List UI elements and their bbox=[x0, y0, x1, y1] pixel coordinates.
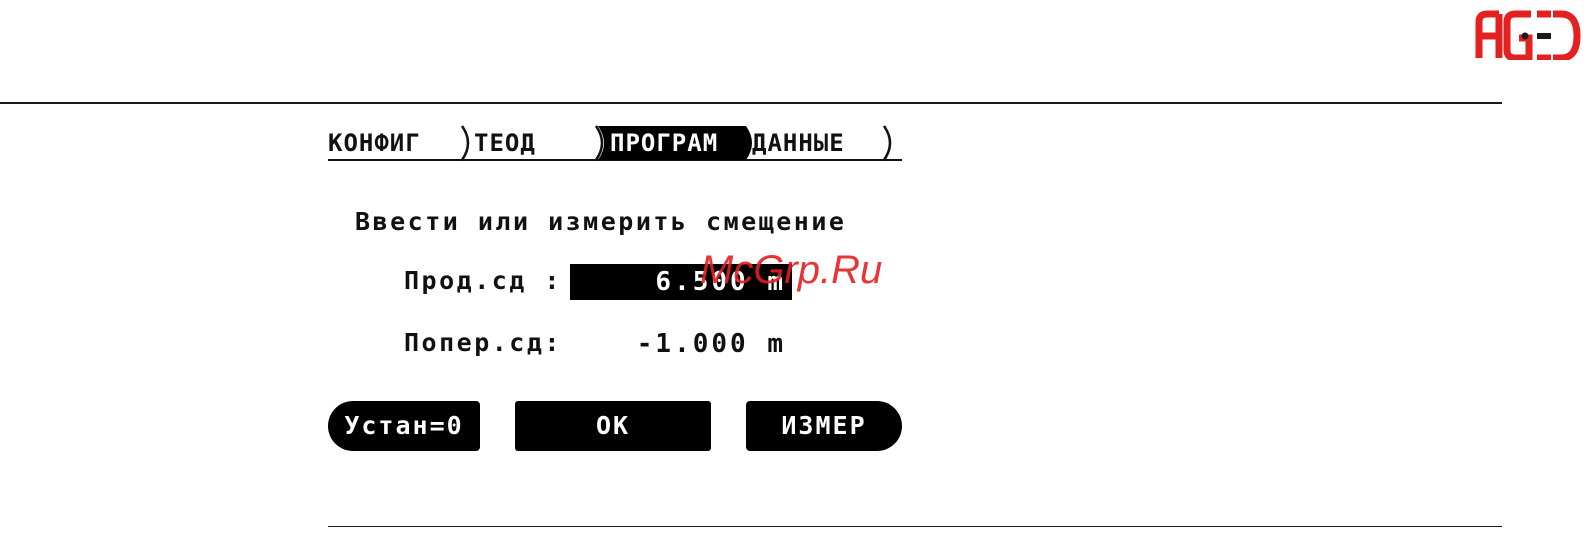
aged-logo bbox=[1475, 10, 1581, 60]
set-zero-button[interactable]: Устан=0 bbox=[328, 401, 480, 451]
measure-button[interactable]: ИЗМЕР bbox=[746, 401, 902, 451]
transverse-offset-input[interactable]: -1.000 m bbox=[570, 326, 792, 362]
prompt-text: Ввести или измерить смещение bbox=[355, 207, 847, 236]
tab-bar: КОНФИГ ТЕОД ПРОГРАМ ДАННЫЕ bbox=[328, 125, 902, 161]
tab-config[interactable]: КОНФИГ bbox=[328, 127, 421, 159]
transverse-offset-label: Попер.сд: bbox=[404, 328, 562, 357]
ok-button[interactable]: OK bbox=[515, 401, 711, 451]
top-divider bbox=[0, 102, 1502, 104]
longitudinal-offset-label: Прод.сд : bbox=[404, 266, 562, 295]
tab-data[interactable]: ДАННЫЕ bbox=[752, 127, 845, 159]
tab-theod[interactable]: ТЕОД bbox=[474, 127, 536, 159]
tab-program[interactable]: ПРОГРАМ bbox=[610, 127, 718, 159]
instrument-screen: КОНФИГ ТЕОД ПРОГРАМ ДАННЫЕ Ввести или из… bbox=[328, 125, 902, 459]
longitudinal-offset-input[interactable]: 6.500 m bbox=[570, 264, 792, 300]
bottom-divider bbox=[328, 526, 1502, 527]
